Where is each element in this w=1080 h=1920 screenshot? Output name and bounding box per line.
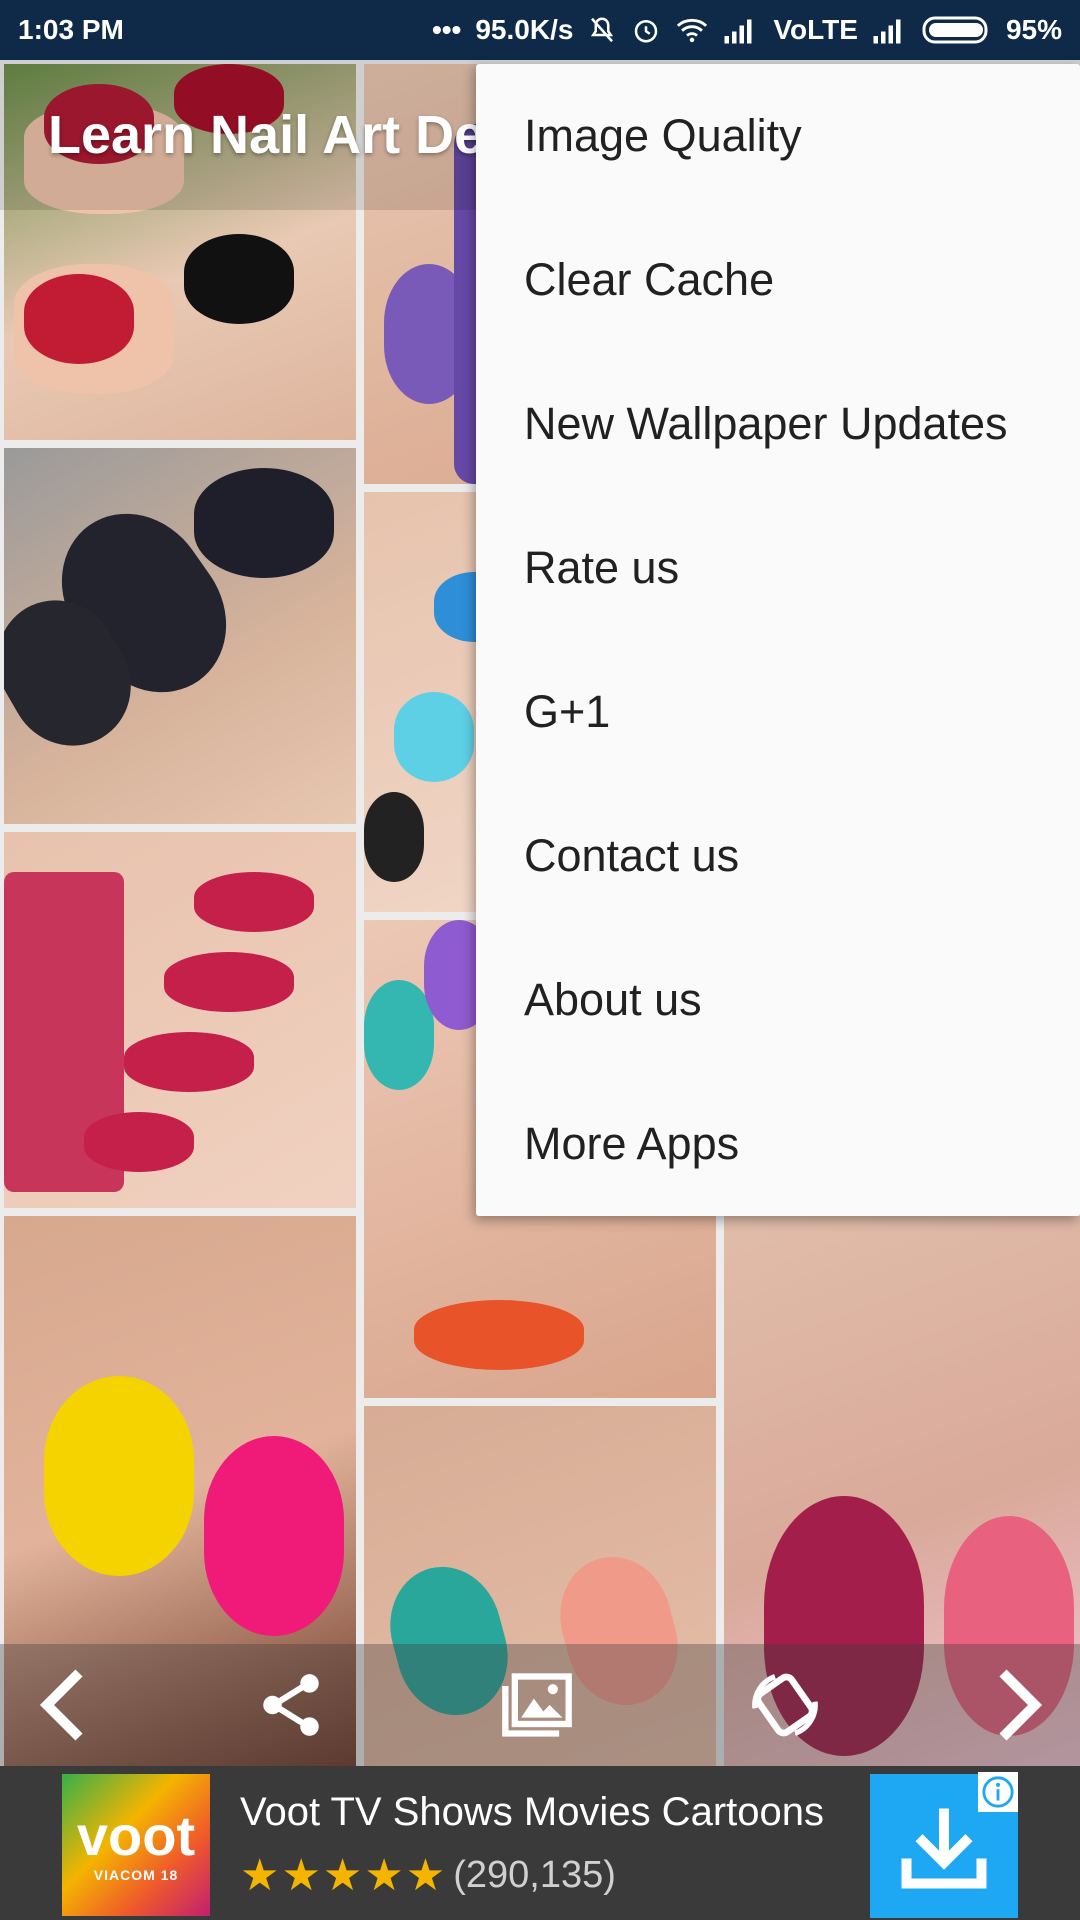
ad-title[interactable]: Voot TV Shows Movies Cartoons [240,1790,824,1835]
rotate-button[interactable] [740,1660,830,1750]
menu-item-about-us[interactable]: About us [476,928,1080,1072]
menu-item-new-wallpaper-updates[interactable]: New Wallpaper Updates [476,352,1080,496]
menu-item-image-quality[interactable]: Image Quality [476,64,1080,208]
menu-item-clear-cache[interactable]: Clear Cache [476,208,1080,352]
chevron-left-icon [39,1669,83,1741]
ad-banner[interactable]: voot VIACOM 18 Voot TV Shows Movies Cart… [0,1766,1080,1920]
chevron-right-icon [999,1669,1043,1741]
previous-button[interactable] [20,1660,110,1750]
gallery-tile[interactable] [4,448,356,824]
battery-level: 95% [1005,14,1062,45]
menu-item-rate-us[interactable]: Rate us [476,496,1080,640]
menu-item-more-apps[interactable]: More Apps [476,1072,1080,1216]
overflow-menu: Image Quality Clear Cache New Wallpaper … [476,64,1080,1216]
signal-icon [724,19,752,44]
alarm-icon [635,20,658,43]
ad-app-logo[interactable]: voot VIACOM 18 [62,1774,210,1916]
rating-count: (290,135) [453,1854,616,1896]
mute-bell-icon [591,17,614,43]
rotate-icon [752,1673,818,1737]
rating-stars-icon: ★★★★★ [240,1851,448,1900]
bottom-nav [0,1644,1080,1766]
menu-item-contact-us[interactable]: Contact us [476,784,1080,928]
signal-icon-2 [873,19,901,44]
network-type: VoLTE [773,14,858,45]
network-speed: 95.0K/s [475,14,574,45]
share-icon [263,1674,319,1736]
ad-rating: ★★★★★ (290,135) [240,1850,616,1901]
set-wallpaper-button[interactable] [492,1660,582,1750]
share-button[interactable] [246,1660,336,1750]
menu-item-g-plus-one[interactable]: G+1 [476,640,1080,784]
ad-info-icon[interactable] [978,1772,1018,1812]
status-time: 1:03 PM [18,14,124,45]
status-icons: ••• 95.0K/s VoLTE 95% [432,14,1062,46]
image-icon [502,1673,572,1737]
ad-logo-subtext: VIACOM 18 [93,1867,179,1883]
ad-logo-text: voot [76,1804,196,1867]
wifi-icon [677,18,708,43]
status-bar: 1:03 PM ••• 95.0K/s VoLTE 95% [0,0,1080,60]
app-title: Learn Nail Art De [48,105,485,165]
next-button[interactable] [972,1660,1062,1750]
gallery-tile[interactable] [4,832,356,1208]
more-dots-icon: ••• [431,14,462,45]
battery-icon [922,16,988,44]
